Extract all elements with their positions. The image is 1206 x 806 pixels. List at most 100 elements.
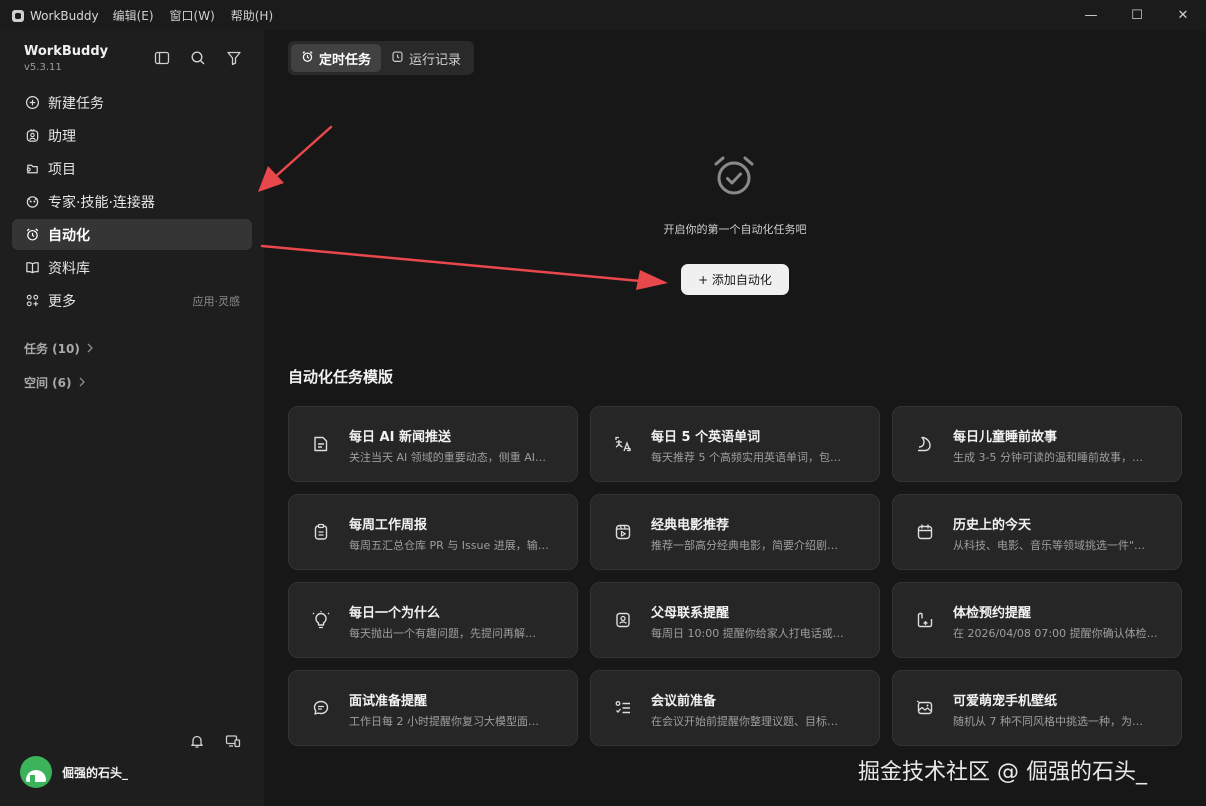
- sidebar-item-label: 资料库: [48, 260, 90, 277]
- close-button[interactable]: ✕: [1160, 0, 1206, 31]
- templates-title: 自动化任务模版: [288, 368, 394, 386]
- template-card-interview-prep[interactable]: 面试准备提醒 工作日每 2 小时提醒你复习大模型面…: [288, 670, 578, 746]
- template-card-english-words[interactable]: 每日 5 个英语单词 每天推荐 5 个高频实用英语单词，包…: [590, 406, 880, 482]
- picture-icon: [915, 698, 935, 718]
- card-title: 每日一个为什么: [349, 606, 441, 621]
- sidebar-item-label: 专家·技能·连接器: [48, 194, 155, 211]
- sidebar-item-assistant[interactable]: 助理: [12, 120, 252, 151]
- sidebar-item-project[interactable]: 项目: [12, 153, 252, 184]
- template-card-bedtime-story[interactable]: 每日儿童睡前故事 生成 3-5 分钟可读的温和睡前故事，…: [892, 406, 1182, 482]
- tab-bar: 定时任务 运行记录: [288, 41, 475, 75]
- bulb-icon: [311, 610, 331, 630]
- history-icon: [391, 50, 404, 67]
- card-description: 随机从 7 种不同风格中挑选一种，为…: [953, 715, 1143, 728]
- card-title: 经典电影推荐: [651, 518, 730, 533]
- card-description: 在 2026/04/08 07:00 提醒你确认体检…: [953, 627, 1158, 640]
- card-title: 每周工作周报: [349, 518, 428, 533]
- title-bar: WorkBuddy 编辑(E) 窗口(W) 帮助(H) — ☐ ✕: [0, 0, 1206, 31]
- sidebar-item-library[interactable]: 资料库: [12, 252, 252, 283]
- template-card-daily-why[interactable]: 每日一个为什么 每天抛出一个有趣问题，先提问再解…: [288, 582, 578, 658]
- brand: WorkBuddy v5.3.11: [24, 44, 108, 73]
- menu-edit[interactable]: 编辑(E): [113, 7, 154, 24]
- card-title: 每日儿童睡前故事: [953, 430, 1058, 445]
- sidebar-item-label: 自动化: [48, 227, 90, 244]
- card-title: 每日 AI 新闻推送: [349, 430, 451, 445]
- card-description: 在会议开始前提醒你整理议题、目标…: [651, 715, 838, 728]
- watermark: 掘金技术社区 @ 倔强的石头_: [858, 760, 1147, 785]
- user-profile[interactable]: 倔强的石头_: [20, 756, 128, 788]
- template-card-weekly-report[interactable]: 每周工作周报 每周五汇总仓库 PR 与 Issue 进展，输…: [288, 494, 578, 570]
- card-description: 每周五汇总仓库 PR 与 Issue 进展，输…: [349, 539, 549, 552]
- tab-label: 定时任务: [319, 52, 372, 68]
- search-icon[interactable]: [189, 49, 207, 67]
- devices-icon[interactable]: [224, 732, 242, 750]
- sidebar-item-label: 项目: [48, 161, 76, 178]
- minimize-button[interactable]: —: [1068, 0, 1114, 31]
- main-panel: 定时任务 运行记录 开启你的第一个自动化任务吧 + 添加自动化 自动化任务模版 …: [264, 31, 1206, 806]
- card-description: 生成 3-5 分钟可读的温和睡前故事，…: [953, 451, 1143, 464]
- app-title: WorkBuddy: [30, 8, 99, 23]
- bell-icon[interactable]: [188, 732, 206, 750]
- tab-run-history[interactable]: 运行记录: [381, 44, 471, 72]
- calendar-icon: [915, 522, 935, 542]
- template-card-pet-wallpaper[interactable]: 可爱萌宠手机壁纸 随机从 7 种不同风格中挑选一种，为…: [892, 670, 1182, 746]
- card-title: 会议前准备: [651, 694, 717, 709]
- sidebar-item-more[interactable]: 更多 应用·灵感: [12, 285, 252, 316]
- card-description: 关注当天 AI 领域的重要动态，侧重 AI…: [349, 451, 547, 464]
- tab-scheduled[interactable]: 定时任务: [291, 44, 382, 72]
- chevron-right-icon: [78, 376, 86, 390]
- template-card-parents-contact[interactable]: 父母联系提醒 每周日 10:00 提醒你给家人打电话或…: [590, 582, 880, 658]
- template-card-history-today[interactable]: 历史上的今天 从科技、电影、音乐等领域挑选一件"…: [892, 494, 1182, 570]
- tab-label: 运行记录: [409, 52, 462, 68]
- sidebar-item-new-task[interactable]: 新建任务: [12, 87, 252, 118]
- sidebar-item-label: 更多: [48, 293, 76, 310]
- version-label: v5.3.11: [24, 62, 62, 73]
- card-description: 每周日 10:00 提醒你给家人打电话或…: [651, 627, 844, 640]
- checklist-icon: [613, 698, 633, 718]
- plus-circle-icon: [24, 95, 40, 111]
- project-icon: [24, 161, 40, 177]
- avatar[interactable]: [20, 756, 52, 788]
- menu-window[interactable]: 窗口(W): [170, 7, 215, 24]
- template-card-ai-news[interactable]: 每日 AI 新闻推送 关注当天 AI 领域的重要动态，侧重 AI…: [288, 406, 578, 482]
- card-description: 推荐一部高分经典电影，简要介绍剧…: [651, 539, 838, 552]
- sidebar-item-experts[interactable]: 专家·技能·连接器: [12, 186, 252, 217]
- card-description: 每天推荐 5 个高频实用英语单词，包…: [651, 451, 841, 464]
- more-subtitle: 应用·灵感: [192, 294, 241, 308]
- grid-plus-icon: [24, 293, 40, 309]
- panel-toggle-icon[interactable]: [153, 49, 171, 67]
- add-automation-button[interactable]: + 添加自动化: [681, 264, 789, 295]
- card-title: 体检预约提醒: [953, 606, 1032, 621]
- moon-icon: [915, 434, 935, 454]
- assistant-icon: [24, 128, 40, 144]
- filter-icon[interactable]: [225, 49, 243, 67]
- sidebar-item-automation[interactable]: 自动化: [12, 219, 252, 250]
- card-title: 每日 5 个英语单词: [651, 430, 761, 445]
- brand-name: WorkBuddy: [24, 44, 109, 59]
- chevron-right-icon: [86, 342, 94, 356]
- card-description: 工作日每 2 小时提醒你复习大模型面…: [349, 715, 539, 728]
- film-icon: [613, 522, 633, 542]
- empty-state-text: 开启你的第一个自动化任务吧: [663, 223, 807, 236]
- card-title: 面试准备提醒: [349, 694, 428, 709]
- chat-icon: [311, 698, 331, 718]
- expert-icon: [24, 194, 40, 210]
- sidebar: WorkBuddy v5.3.11 新建任务 助理 项目 专家·技能·连接器 自…: [0, 31, 264, 806]
- book-icon: [24, 260, 40, 276]
- menu-help[interactable]: 帮助(H): [231, 7, 273, 24]
- card-description: 从科技、电影、音乐等领域挑选一件"…: [953, 539, 1146, 552]
- card-title: 父母联系提醒: [651, 606, 730, 621]
- template-card-meeting-prep[interactable]: 会议前准备 在会议开始前提醒你整理议题、目标…: [590, 670, 880, 746]
- template-card-health-check[interactable]: 体检预约提醒 在 2026/04/08 07:00 提醒你确认体检…: [892, 582, 1182, 658]
- clipboard-icon: [311, 522, 331, 542]
- group-spaces[interactable]: 空间 (6): [24, 374, 86, 391]
- maximize-button[interactable]: ☐: [1114, 0, 1160, 31]
- group-tasks-label: 任务 (10): [24, 342, 80, 356]
- card-title: 可爱萌宠手机壁纸: [953, 694, 1058, 709]
- group-tasks[interactable]: 任务 (10): [24, 340, 94, 357]
- sidebar-nav: 新建任务 助理 项目 专家·技能·连接器 自动化 资料库 更多 应用·灵感: [12, 87, 252, 318]
- alarm-check-icon: [710, 152, 758, 200]
- template-card-movie[interactable]: 经典电影推荐 推荐一部高分经典电影，简要介绍剧…: [590, 494, 880, 570]
- translate-icon: [613, 434, 633, 454]
- alarm-icon: [24, 227, 40, 243]
